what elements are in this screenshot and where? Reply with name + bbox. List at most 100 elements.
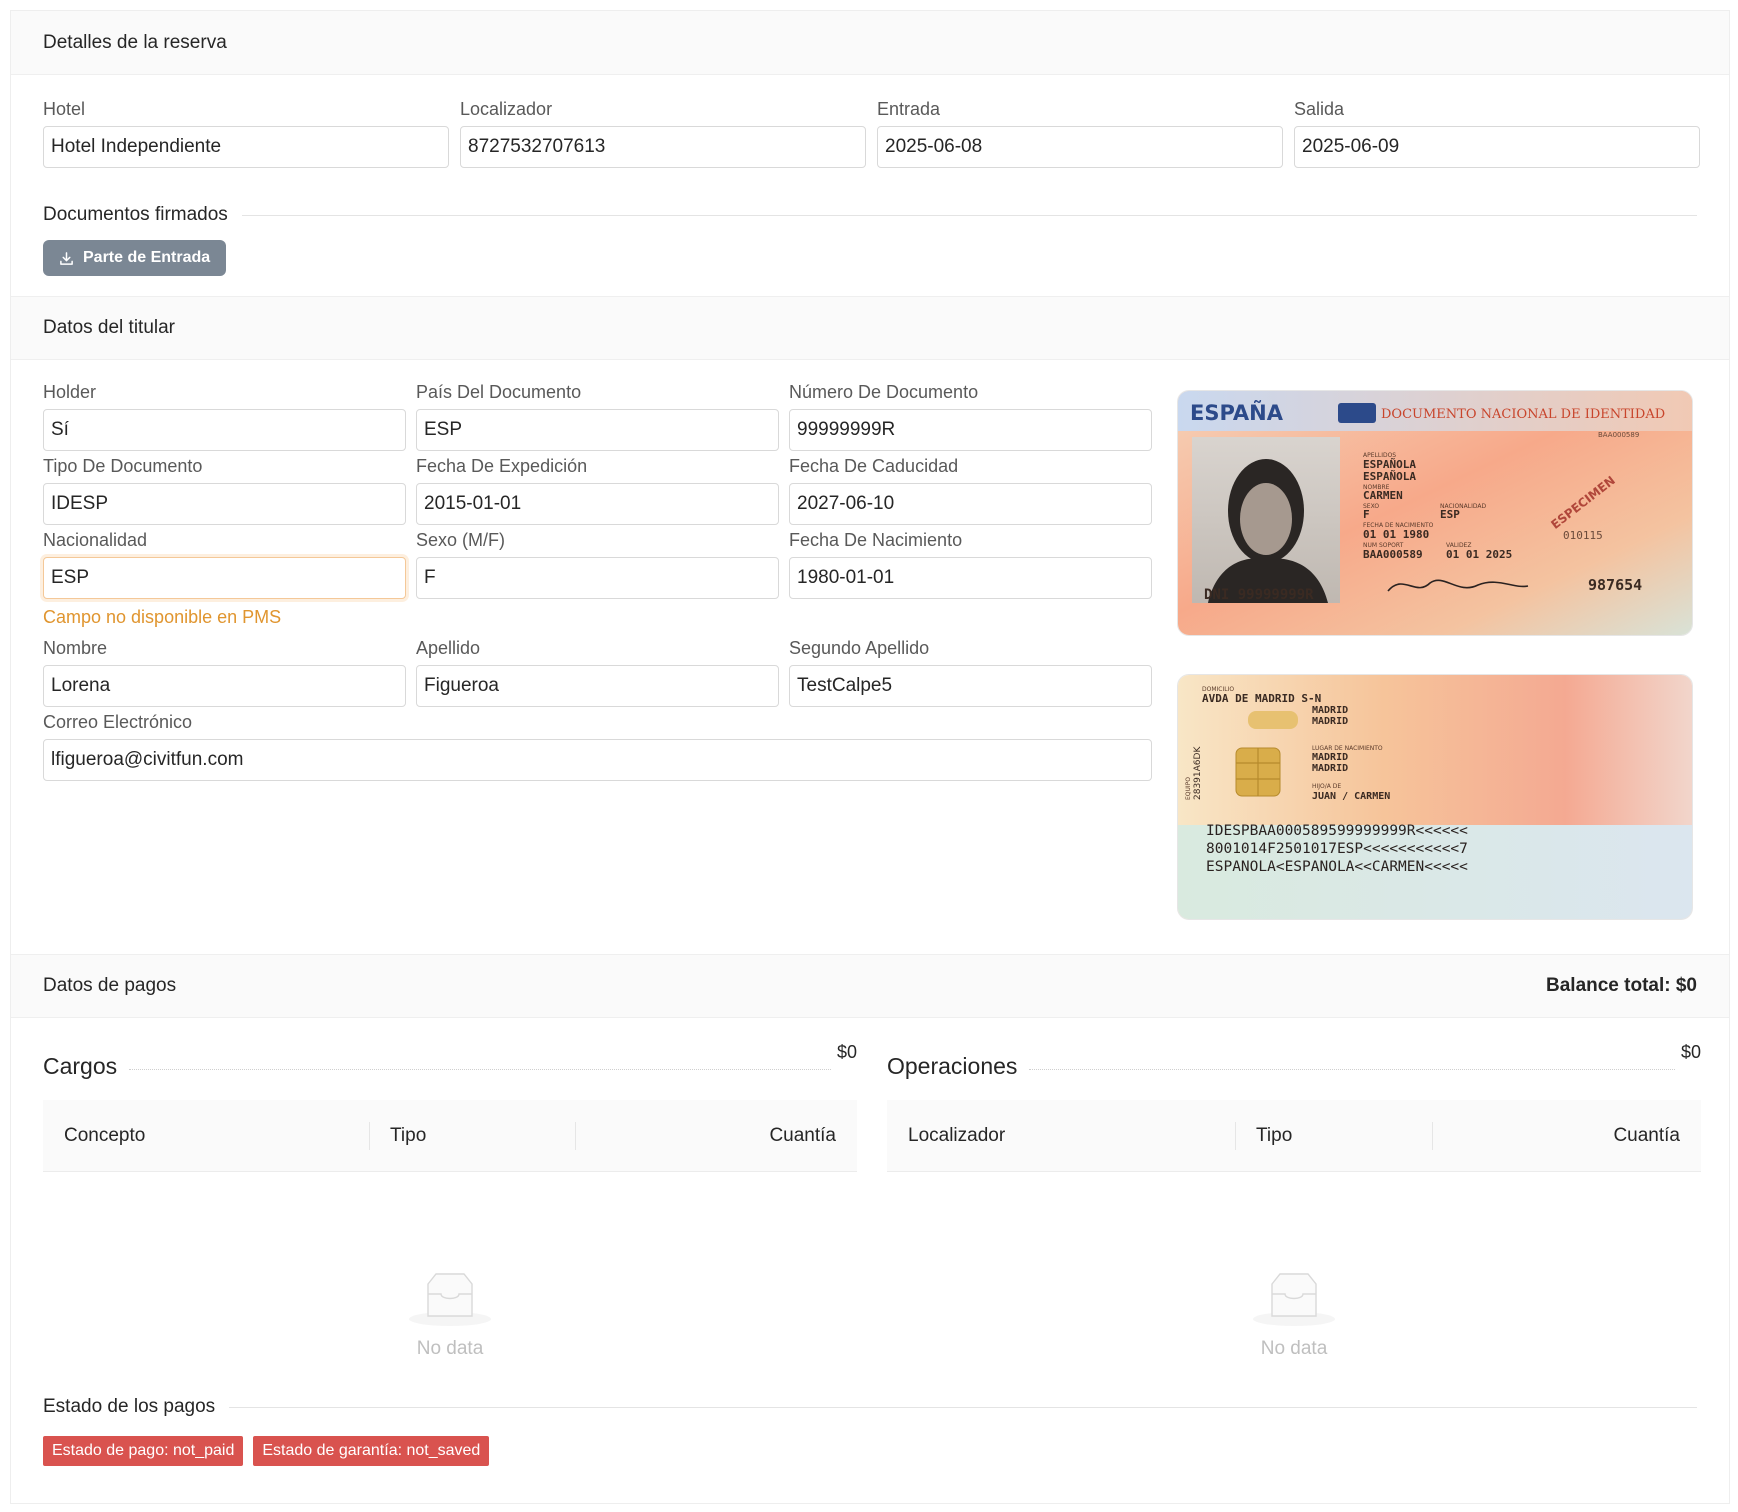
holder-section-title: Datos del titular: [43, 317, 176, 338]
balance-total: Balance total: $0: [1546, 975, 1697, 996]
id-front-can: 010115: [1563, 529, 1603, 542]
operations-table-header: Localizador Tipo Cuantía: [887, 1100, 1701, 1172]
document-type-label: Tipo De Documento: [43, 456, 203, 476]
email-input[interactable]: lfigueroa@civitfun.com: [43, 739, 1152, 781]
reservation-fields: Hotel Hotel Independiente Localizador 87…: [11, 75, 1729, 168]
download-icon: [60, 251, 73, 265]
id-card-front-image[interactable]: ESPAÑA DOCUMENTO NACIONAL DE IDENTIDAD B…: [1177, 390, 1693, 636]
nationality-label: Nacionalidad: [43, 530, 148, 550]
birth-date-label: Fecha De Nacimiento: [789, 530, 963, 550]
issue-date-input[interactable]: 2015-01-01: [416, 483, 779, 525]
signed-docs-divider: Documentos firmados: [11, 204, 1729, 226]
document-number-label: Número De Documento: [789, 382, 979, 402]
id-front-doc-title: DOCUMENTO NACIONAL DE IDENTIDAD: [1381, 407, 1665, 422]
second-surname-input[interactable]: TestCalpe5: [789, 665, 1152, 707]
nationality-warning: Campo no disponible en PMS: [43, 607, 282, 627]
document-country-field: País Del Documento ESP: [416, 382, 779, 456]
operations-col-locator[interactable]: Localizador: [887, 1100, 1235, 1171]
nationality-input[interactable]: ESP: [43, 557, 406, 599]
holder-section: Holder Sí País Del Documento ESP Número …: [11, 360, 1729, 954]
hotel-field: Hotel Hotel Independiente: [43, 99, 449, 168]
name-input[interactable]: Lorena: [43, 665, 406, 707]
id-back-address: AVDA DE MADRID S-N: [1202, 692, 1321, 705]
payment-status-tags: Estado de pago: not_paid Estado de garan…: [11, 1418, 1729, 1466]
hotel-input[interactable]: Hotel Independiente: [43, 126, 449, 168]
surname-input[interactable]: Figueroa: [416, 665, 779, 707]
document-country-input[interactable]: ESP: [416, 409, 779, 451]
id-front-support: BAA000589: [1363, 548, 1423, 561]
second-surname-label: Segundo Apellido: [789, 638, 930, 658]
charges-empty-state: No data: [43, 1172, 857, 1368]
charges-title-row: Cargos $0: [43, 1040, 857, 1080]
surname-label: Apellido: [416, 638, 481, 658]
charges-col-type[interactable]: Tipo: [369, 1100, 575, 1171]
id-front-country: ESPAÑA: [1190, 400, 1284, 425]
id-front-code: BAA000589: [1598, 431, 1639, 439]
holder-fields: Holder Sí País Del Documento ESP Número …: [43, 382, 1152, 786]
operations-empty-state: No data: [887, 1172, 1701, 1368]
charges-col-amount[interactable]: Cuantía: [575, 1100, 857, 1171]
holder-input[interactable]: Sí: [43, 409, 406, 451]
document-number-field: Número De Documento 99999999R: [789, 382, 1152, 456]
operations-dots: [1029, 1069, 1675, 1070]
operations-col-amount[interactable]: Cuantía: [1432, 1100, 1701, 1171]
reservation-detail-page: Detalles de la reserva Hotel Hotel Indep…: [10, 10, 1730, 1504]
issue-date-label: Fecha De Expedición: [416, 456, 588, 476]
download-checkin-form-button[interactable]: Parte de Entrada: [43, 240, 227, 276]
holder-label: Holder: [43, 382, 97, 402]
id-back-city2: MADRID: [1312, 716, 1348, 727]
divider-line: [241, 214, 1697, 216]
id-back-birthplace2: MADRID: [1312, 763, 1348, 774]
id-back-parents: JUAN / CARMEN: [1312, 791, 1390, 802]
expiry-date-label: Fecha De Caducidad: [789, 456, 959, 476]
document-type-field: Tipo De Documento IDESP: [43, 456, 406, 530]
operations-panel: Operaciones $0 Localizador Tipo Cuantía …: [887, 1040, 1701, 1368]
id-back-mrz1: IDESPBAA000589599999999R<<<<<<: [1206, 823, 1468, 839]
id-front-valid: 01 01 2025: [1446, 548, 1512, 561]
id-front-flag-icon: [1338, 403, 1376, 423]
sex-input[interactable]: F: [416, 557, 779, 599]
id-back-mrz2: 8001014F2501017ESP<<<<<<<<<<<7: [1206, 841, 1468, 857]
id-front-number: 987654: [1588, 576, 1642, 594]
id-front-surname2: ESPAÑOLA: [1363, 470, 1416, 483]
id-card-back-graphic: DOMICILIO AVDA DE MADRID S-N MADRID MADR…: [1178, 675, 1692, 919]
issue-date-field: Fecha De Expedición 2015-01-01: [416, 456, 779, 530]
signed-docs-title: Documentos firmados: [43, 204, 228, 225]
payments-section: Cargos $0 Concepto Tipo Cuantía No data: [11, 1018, 1729, 1408]
expiry-date-field: Fecha De Caducidad 2027-06-10: [789, 456, 1152, 530]
email-field: Correo Electrónico lfigueroa@civitfun.co…: [43, 712, 1152, 786]
id-card-back-image[interactable]: DOMICILIO AVDA DE MADRID S-N MADRID MADR…: [1177, 674, 1693, 920]
id-front-dni: DNI 99999999R: [1204, 587, 1314, 603]
sex-label: Sexo (M/F): [416, 530, 506, 550]
checkout-field: Salida 2025-06-09: [1294, 99, 1700, 168]
id-back-side-code: 28391A6DK: [1193, 746, 1203, 800]
id-back-side-label: EQUIPO: [1185, 777, 1192, 800]
hologram-graphic: [1248, 711, 1298, 729]
checkin-field: Entrada 2025-06-08: [877, 99, 1283, 168]
checkin-input[interactable]: 2025-06-08: [877, 126, 1283, 168]
id-back-city1: MADRID: [1312, 705, 1348, 716]
holder-section-header: Datos del titular: [11, 296, 1729, 360]
holder-field: Holder Sí: [43, 382, 406, 456]
operations-col-type[interactable]: Tipo: [1235, 1100, 1432, 1171]
email-label: Correo Electrónico: [43, 712, 193, 732]
name-label: Nombre: [43, 638, 108, 658]
expiry-date-input[interactable]: 2027-06-10: [789, 483, 1152, 525]
nationality-field: Nacionalidad ESP Campo no disponible en …: [43, 530, 406, 638]
locator-label: Localizador: [460, 99, 553, 119]
birth-date-input[interactable]: 1980-01-01: [789, 557, 1152, 599]
sex-field: Sexo (M/F) F: [416, 530, 779, 638]
download-button-label: Parte de Entrada: [83, 249, 211, 266]
name-field: Nombre Lorena: [43, 638, 406, 712]
payment-status-tag: Estado de pago: not_paid: [43, 1436, 244, 1466]
document-number-input[interactable]: 99999999R: [789, 409, 1152, 451]
charges-col-concept[interactable]: Concepto: [43, 1100, 369, 1171]
guarantee-status-tag: Estado de garantía: not_saved: [253, 1436, 490, 1466]
surname-field: Apellido Figueroa: [416, 638, 779, 712]
checkout-input[interactable]: 2025-06-09: [1294, 126, 1700, 168]
document-type-input[interactable]: IDESP: [43, 483, 406, 525]
locator-input[interactable]: 8727532707613: [460, 126, 866, 168]
id-front-name: CARMEN: [1363, 489, 1403, 502]
empty-inbox-icon: [1253, 1273, 1335, 1326]
operations-title: Operaciones: [887, 1053, 1018, 1079]
